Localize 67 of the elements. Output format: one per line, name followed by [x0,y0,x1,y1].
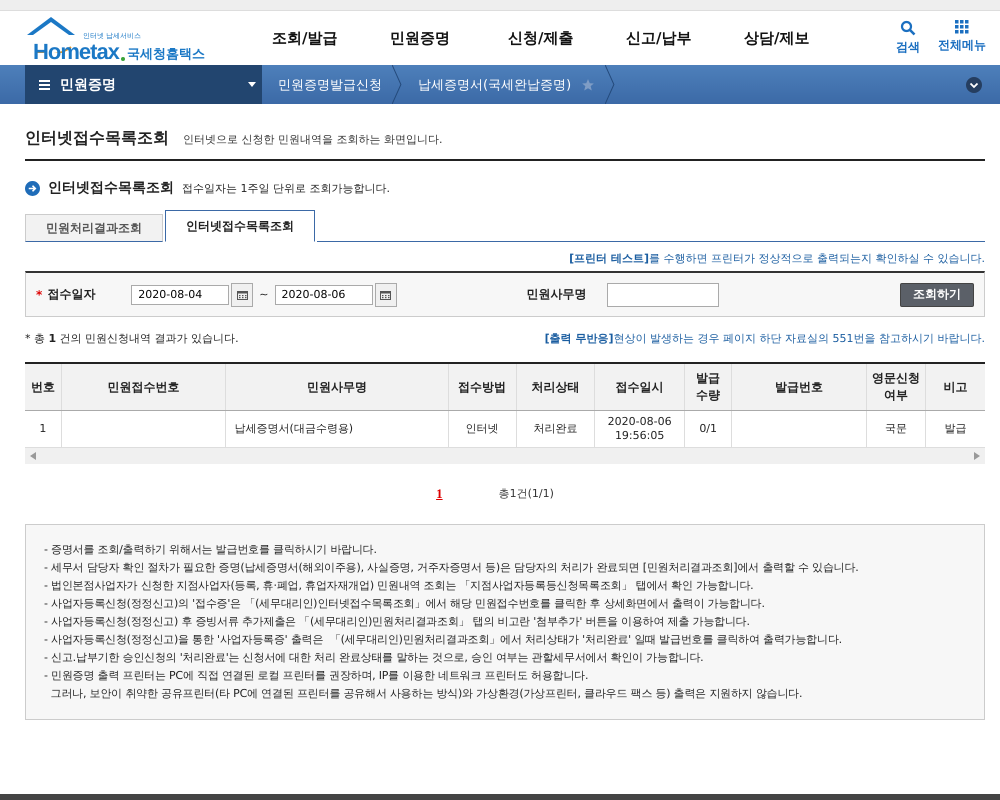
dot-icon [120,57,125,61]
notice-text: - 사업자등록신청(정정신고)을 통한 '사업자등록증' 출력은 「(세무대리인)민원처리결과조회」에서 처리상태가 '처리완료' 일때 발급번호를 클릭하여 출력가능합니다. [44,632,843,648]
column-header: 번호 [25,363,62,410]
scroll-right-icon[interactable] [974,452,980,460]
column-header: 발급 수량 [684,363,732,410]
chevron-divider-icon [605,65,616,104]
chevron-divider-icon [392,65,402,104]
notice-text: - 사업자등록신청(정정신고) 후 증빙서류 추가제출은 「(세무대리인)민원처리결과조회」 탭의 비고란 '첨부추가' 버튼을 이용하여 제출 가능합니다. [44,614,751,630]
logo-wordmark[interactable]: Hometax [33,41,119,63]
expand-icon[interactable] [966,76,982,92]
notice-text: - 증명서를 조회/출력하기 위해서는 발급번호를 클릭하시기 바랍니다. [44,542,378,558]
menu-icon [39,80,50,90]
search-button[interactable]: 검색 [896,20,920,56]
nav-item[interactable]: 민원증명 [390,28,508,48]
notice-text: - 민원증명 출력 프린터는 PC에 직접 연결된 로컬 프린터를 권장하며, IP를 이용한 네트워크 프린터도 허용합니다. [44,668,590,684]
search-icon [900,20,916,36]
calendar-icon [380,290,391,300]
office-label: 민원사무명 [526,286,586,303]
page-summary: 총1건(1/1) [498,486,554,502]
menu-button[interactable]: 전체메뉴 [938,20,986,56]
search-button[interactable]: 조회하기 [900,282,974,306]
scroll-left-icon[interactable] [30,452,36,460]
column-header: 접수일시 [594,363,685,410]
printer-test-note: [프린터 테스트]를 수행하면 프린터가 정상적으로 출력되는지 확인하실 수 있습니다. [568,251,985,266]
calendar-icon [236,290,248,300]
breadcrumb-link[interactable]: 민원증명발급신청 [262,76,392,94]
required-mark: * [36,288,42,302]
page-subtitle: 인터넷으로 신청한 민원내역을 조회하는 화면입니다. [183,132,442,147]
column-header: 처리상태 [516,363,594,410]
nav-item[interactable]: 조회/발급 [272,28,390,48]
column-header: 발급번호 [731,363,867,410]
page-title: 인터넷접수목록조회 [25,128,169,149]
column-header: 민원접수번호 [61,363,226,410]
section-note: 접수일자는 1주일 단위로 조회가능합니다. [182,180,390,196]
caret-icon [248,82,256,87]
notice-text: - 법인본점사업자가 신청한 지점사업자(등록, 휴·폐업, 휴업자재개업) 민원내역 조회는 「지점사업자등록등신청목록조회」 탭에서 확인 가능합니다. [44,578,754,594]
tab[interactable]: 인터넷접수목록조회 [165,210,315,242]
column-header: 민원사무명 [226,363,448,410]
column-header: 영문신청 여부 [866,363,926,410]
range-separator: ~ [259,288,268,301]
output-note: [출력 무반응]현상이 발생하는 경우 페이지 하단 자료실의 551번을 참고하시기 바랍니다. [544,331,985,346]
horizontal-scrollbar[interactable] [25,448,985,464]
menu-dropdown[interactable]: 민원증명 [25,65,262,104]
section-title: 인터넷접수목록조회 [48,179,174,197]
date-from-field[interactable]: 2020-08-04 [131,284,230,304]
calendar-button[interactable] [231,282,254,306]
nav-item[interactable]: 신청/제출 [508,28,626,48]
date-label: 접수일자 [47,286,96,303]
date-to-field[interactable]: 2020-08-06 [274,284,372,304]
notice-text: - 사업자등록신청(정정신고)의 '접수증'은 「(세무대리인)인터넷접수목록조회」에서 해당 민원접수번호를 클릭한 후 상세화면에서 출력이 가능합니다. [44,596,766,612]
calendar-button[interactable] [374,282,396,306]
nav-item[interactable]: 상담/제보 [744,28,862,48]
page-link[interactable]: 1 [436,486,443,502]
notice-text: 그러나, 보안이 취약한 공유프린터(타 PC에 연결된 프린터를 공유해서 사용하는 방식)와 가상환경(가상프린터, 클라우드 팩스 등) 출력은 지원하지 않습니다. [50,686,804,702]
logo-name[interactable]: 국세청홈택스 [126,45,205,63]
column-header: 비고 [925,363,985,410]
notice-text: - 세무서 담당자 확인 절차가 필요한 증명(납세증명서(해외이주용), 사실증명, 거주자증명서 등)은 담당자의 처리가 완료되면 [민원처리결과조회]에서 출력할 수 있습니다. [44,560,860,576]
result-count: * 총 1 건의 민원신청내역 결과가 있습니다. [25,331,239,346]
office-field[interactable] [606,282,718,306]
grid-icon [955,20,969,34]
arrow-circle-icon [25,180,40,196]
tab[interactable]: 민원처리결과조회 [25,214,163,242]
column-header: 접수방법 [448,363,516,410]
notice-text: - 신고.납부기한 승인신청의 '처리완료'는 신청서에 대한 처리 완료상태를 말하는 것으로, 승인 여부는 관할세무서에서 확인이 가능합니다. [44,650,704,666]
star-icon[interactable] [581,78,596,92]
breadcrumb-link[interactable]: 납세증명서(국세완납증명) [402,76,582,94]
nav-item[interactable]: 신고/납부 [626,28,744,48]
